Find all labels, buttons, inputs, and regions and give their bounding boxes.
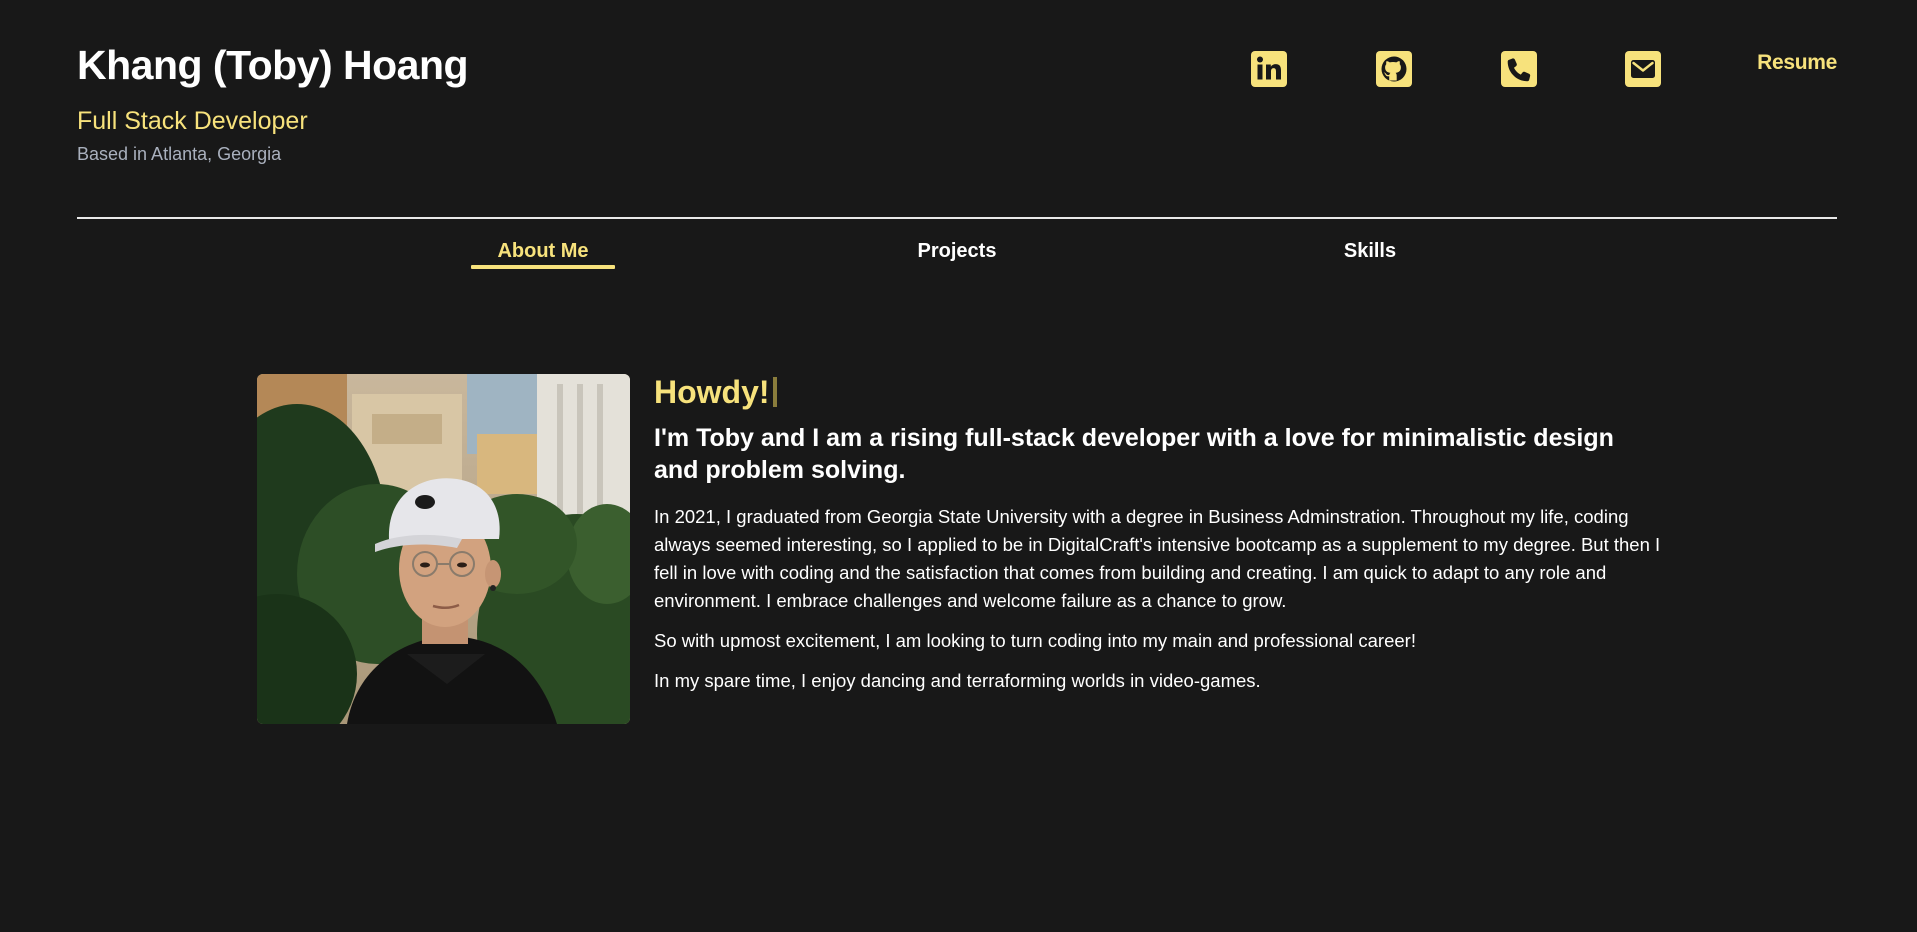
tab-projects[interactable]: Projects	[880, 238, 1034, 264]
active-tab-indicator	[471, 265, 615, 269]
about-paragraph: So with upmost excitement, I am looking …	[654, 630, 1416, 651]
about-paragraph: In 2021, I graduated from Georgia State …	[654, 506, 1661, 611]
header-divider	[77, 217, 1837, 219]
email-link[interactable]	[1624, 50, 1662, 88]
phone-link[interactable]	[1500, 50, 1538, 88]
page-title: Khang (Toby) Hoang	[77, 42, 469, 88]
phone-icon	[1501, 51, 1537, 87]
linkedin-icon	[1251, 51, 1287, 87]
intro-headline: I'm Toby and I am a rising full-stack de…	[654, 424, 1614, 484]
portfolio-page: Khang (Toby) Hoang Full Stack Developer …	[0, 0, 1917, 932]
location-text: Based in Atlanta, Georgia	[77, 144, 282, 164]
tab-about-me[interactable]: About Me	[471, 238, 615, 264]
typing-cursor	[772, 377, 777, 407]
about-paragraph: In my spare time, I enjoy dancing and te…	[654, 670, 1261, 691]
tab-skills[interactable]: Skills	[1300, 238, 1440, 264]
profile-photo	[257, 374, 630, 724]
github-link[interactable]	[1375, 50, 1413, 88]
greeting-heading: Howdy!	[654, 372, 1674, 412]
envelope-icon	[1625, 51, 1661, 87]
greeting-text: Howdy!	[654, 374, 770, 410]
resume-link[interactable]: Resume	[1757, 49, 1837, 77]
linkedin-link[interactable]	[1250, 50, 1288, 88]
github-icon	[1376, 51, 1412, 87]
job-title: Full Stack Developer	[77, 107, 308, 135]
about-section: Howdy! I'm Toby and I am a rising full-s…	[654, 372, 1674, 695]
portrait-image	[257, 374, 630, 724]
